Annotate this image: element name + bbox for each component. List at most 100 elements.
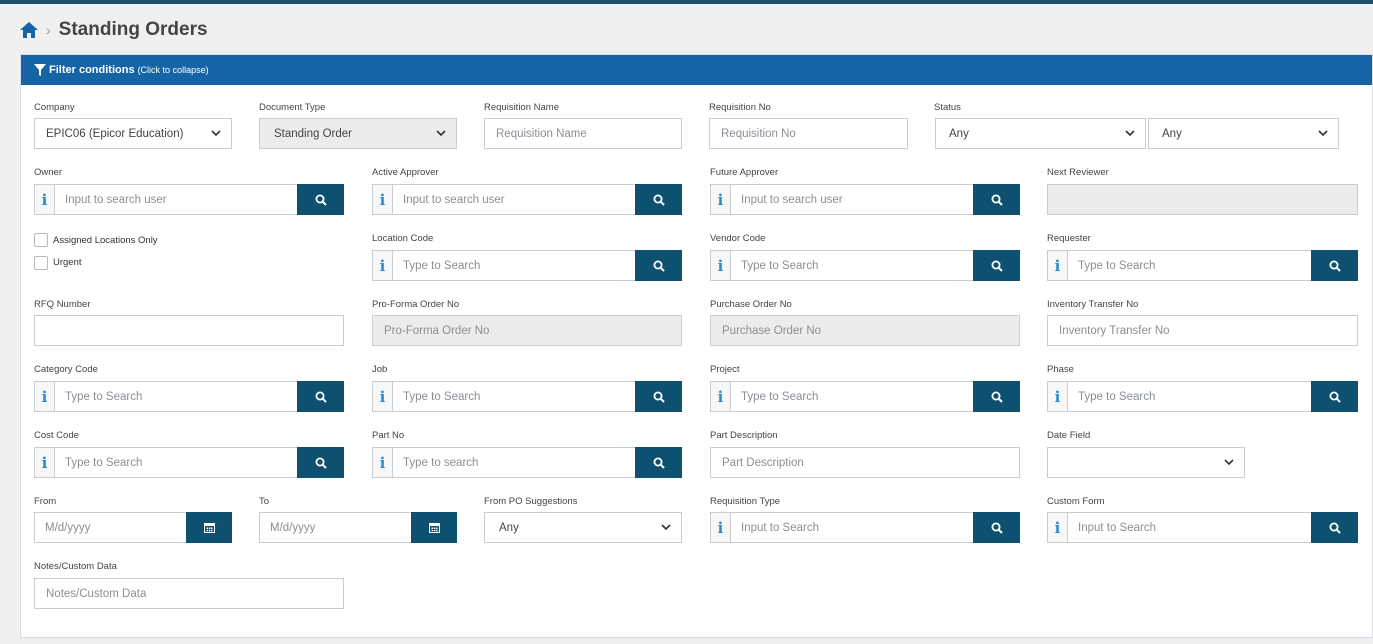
info-icon[interactable]: i <box>710 250 731 281</box>
category-code-input[interactable]: Type to Search <box>55 381 297 412</box>
from-po-suggestions-select[interactable]: Any <box>484 512 682 543</box>
inventory-transfer-no-label: Inventory Transfer No <box>1047 299 1139 310</box>
info-icon[interactable]: i <box>372 381 393 412</box>
to-date-input[interactable]: M/d/yyyy <box>259 512 411 543</box>
chevron-down-icon <box>436 130 446 137</box>
notes-custom-data-input[interactable]: Notes/Custom Data <box>34 578 344 609</box>
company-label: Company <box>34 102 75 113</box>
future-approver-input[interactable]: Input to search user <box>731 184 973 215</box>
urgent-checkbox[interactable] <box>34 256 48 270</box>
vendor-code-search: i Type to Search <box>710 250 1020 281</box>
company-select[interactable]: EPIC06 (Epicor Education) <box>34 118 232 149</box>
active-approver-search: i Input to search user <box>372 184 682 215</box>
vendor-code-label: Vendor Code <box>710 233 766 244</box>
requisition-name-input[interactable]: Requisition Name <box>484 118 682 149</box>
chevron-down-icon <box>1125 130 1135 137</box>
part-no-label: Part No <box>372 430 405 441</box>
search-icon <box>1329 522 1341 534</box>
status-label: Status <box>934 102 961 113</box>
requisition-type-search-button[interactable] <box>973 512 1020 543</box>
phase-search-button[interactable] <box>1311 381 1358 412</box>
notes-custom-data-label: Notes/Custom Data <box>34 561 117 572</box>
info-icon[interactable]: i <box>372 447 393 478</box>
rfq-number-label: RFQ Number <box>34 299 91 310</box>
phase-input[interactable]: Type to Search <box>1068 381 1311 412</box>
next-reviewer-label: Next Reviewer <box>1047 167 1109 178</box>
custom-form-input[interactable]: Input to Search <box>1068 512 1311 543</box>
requisition-no-input[interactable]: Requisition No <box>709 118 908 149</box>
info-icon[interactable]: i <box>372 184 393 215</box>
search-icon <box>653 194 665 206</box>
urgent-label: Urgent <box>53 257 82 268</box>
assigned-locations-checkbox[interactable] <box>34 233 48 247</box>
job-search-button[interactable] <box>635 381 682 412</box>
requester-search-button[interactable] <box>1311 250 1358 281</box>
requisition-no-label: Requisition No <box>709 102 771 113</box>
info-icon[interactable]: i <box>710 381 731 412</box>
requisition-name-label: Requisition Name <box>484 102 559 113</box>
info-icon[interactable]: i <box>34 381 55 412</box>
status-select-1[interactable]: Any <box>935 118 1146 149</box>
purchase-order-no-input: Purchase Order No <box>710 315 1020 346</box>
category-code-search-button[interactable] <box>297 381 344 412</box>
cost-code-search: i Type to Search <box>34 447 344 478</box>
part-no-search-button[interactable] <box>635 447 682 478</box>
page-title: Standing Orders <box>58 19 208 40</box>
location-code-search-button[interactable] <box>635 250 682 281</box>
cost-code-search-button[interactable] <box>297 447 344 478</box>
job-label: Job <box>372 364 388 375</box>
project-search-button[interactable] <box>973 381 1020 412</box>
info-icon[interactable]: i <box>710 184 731 215</box>
chevron-down-icon <box>1224 459 1234 466</box>
requisition-type-input[interactable]: Input to Search <box>731 512 973 543</box>
from-calendar-button[interactable] <box>186 512 232 543</box>
active-approver-input[interactable]: Input to search user <box>393 184 635 215</box>
custom-form-search-button[interactable] <box>1311 512 1358 543</box>
owner-label: Owner <box>34 167 62 178</box>
next-reviewer-input <box>1047 184 1358 215</box>
job-input[interactable]: Type to Search <box>393 381 635 412</box>
project-input[interactable]: Type to Search <box>731 381 973 412</box>
info-icon[interactable]: i <box>34 184 55 215</box>
search-icon <box>991 260 1003 272</box>
owner-input[interactable]: Input to search user <box>55 184 297 215</box>
date-field-label: Date Field <box>1047 430 1091 441</box>
search-icon <box>991 194 1003 206</box>
requisition-type-search: i Input to Search <box>710 512 1020 543</box>
info-icon[interactable]: i <box>34 447 55 478</box>
part-description-input[interactable]: Part Description <box>710 447 1020 478</box>
active-approver-search-button[interactable] <box>635 184 682 215</box>
vendor-code-input[interactable]: Type to Search <box>731 250 973 281</box>
to-calendar-button[interactable] <box>411 512 457 543</box>
date-field-select[interactable] <box>1047 447 1245 478</box>
document-type-select[interactable]: Standing Order <box>259 118 457 149</box>
part-no-input[interactable]: Type to search <box>393 447 635 478</box>
from-date-input[interactable]: M/d/yyyy <box>34 512 186 543</box>
filter-title: Filter conditions <box>49 64 135 76</box>
home-icon[interactable] <box>19 20 39 40</box>
inventory-transfer-no-input[interactable]: Inventory Transfer No <box>1047 315 1358 346</box>
future-approver-search: i Input to search user <box>710 184 1020 215</box>
info-icon[interactable]: i <box>372 250 393 281</box>
owner-search-button[interactable] <box>297 184 344 215</box>
part-description-label: Part Description <box>710 430 778 441</box>
info-icon[interactable]: i <box>710 512 731 543</box>
part-no-search: i Type to search <box>372 447 682 478</box>
info-icon[interactable]: i <box>1047 250 1068 281</box>
location-code-input[interactable]: Type to Search <box>393 250 635 281</box>
cost-code-input[interactable]: Type to Search <box>55 447 297 478</box>
location-code-search: i Type to Search <box>372 250 682 281</box>
filter-panel-header[interactable]: Filter conditions (Click to collapse) <box>21 55 1372 85</box>
status-select-2[interactable]: Any <box>1148 118 1339 149</box>
requester-input[interactable]: Type to Search <box>1068 250 1311 281</box>
filter-collapse-hint: (Click to collapse) <box>137 65 209 75</box>
future-approver-search-button[interactable] <box>973 184 1020 215</box>
rfq-number-input[interactable] <box>34 315 344 346</box>
info-icon[interactable]: i <box>1047 381 1068 412</box>
document-type-label: Document Type <box>259 102 326 113</box>
project-search: i Type to Search <box>710 381 1020 412</box>
info-icon[interactable]: i <box>1047 512 1068 543</box>
vendor-code-search-button[interactable] <box>973 250 1020 281</box>
cost-code-label: Cost Code <box>34 430 79 441</box>
chevron-down-icon <box>211 130 221 137</box>
